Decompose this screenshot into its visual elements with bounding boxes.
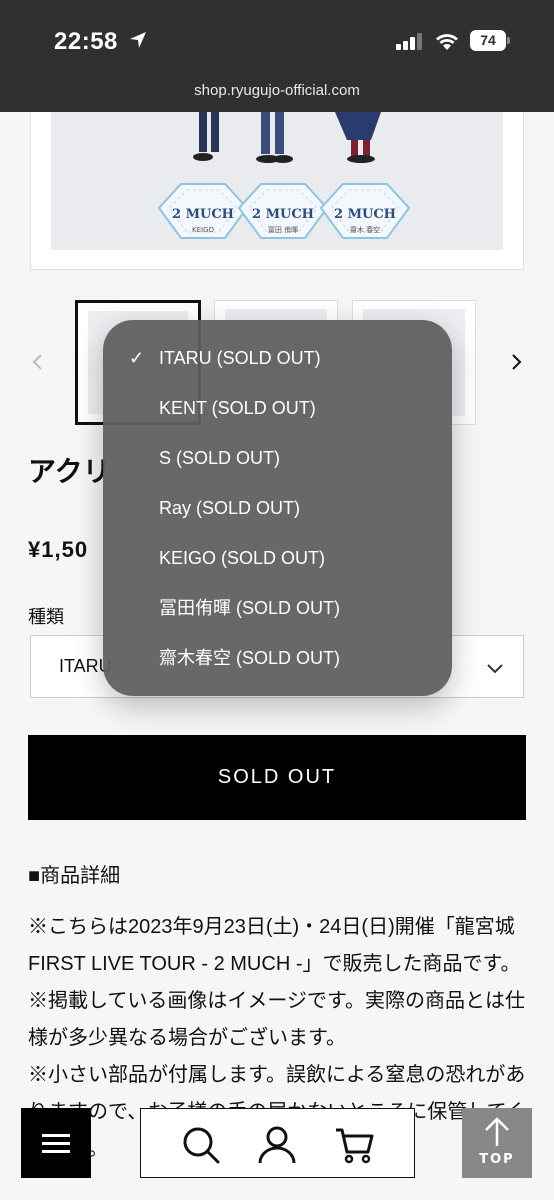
product-photo: 2 MUCH 2 MUCH 2 MUCH KEIGO 冨田 侑暉 齋木 春空 xyxy=(51,112,503,250)
bottom-nav-bar xyxy=(140,1108,415,1178)
details-paragraph: ※こちらは2023年9月23日(土)・24日(日)開催「龍宮城 FIRST LI… xyxy=(28,916,521,975)
search-icon[interactable] xyxy=(181,1125,221,1165)
account-icon[interactable] xyxy=(257,1125,297,1165)
dropdown-option-ray[interactable]: Ray (SOLD OUT) xyxy=(103,483,452,533)
url-bar[interactable]: shop.ryugujo-official.com xyxy=(0,82,554,99)
battery-indicator: 74 xyxy=(470,30,506,51)
dropdown-option-kent[interactable]: KENT (SOLD OUT) xyxy=(103,383,452,433)
stand-label: 冨田 侑暉 xyxy=(268,225,298,234)
chevron-down-icon xyxy=(487,664,503,674)
arrow-up-icon xyxy=(485,1117,509,1146)
cart-icon[interactable] xyxy=(334,1125,374,1165)
details-heading: ■商品詳細 xyxy=(28,865,121,887)
signal-icon xyxy=(396,33,422,50)
carousel-prev-icon[interactable] xyxy=(26,350,50,374)
wifi-icon xyxy=(436,34,458,50)
details-paragraph: ※掲載している画像はイメージです。実際の商品とは仕様が多少異なる場合がございます… xyxy=(28,990,525,1049)
dropdown-option-label: KENT (SOLD OUT) xyxy=(159,398,316,418)
stand-label: 齋木 春空 xyxy=(350,225,380,234)
product-price: ¥1,50 xyxy=(28,537,89,562)
svg-text:2 MUCH: 2 MUCH xyxy=(172,207,234,222)
dropdown-option-saiki[interactable]: 齋木春空 (SOLD OUT) xyxy=(103,633,452,683)
variant-dropdown-menu: ✓ ITARU (SOLD OUT) KENT (SOLD OUT) S (SO… xyxy=(103,320,452,696)
dropdown-option-label: 冨田侑暉 (SOLD OUT) xyxy=(159,598,341,618)
dropdown-option-tomita[interactable]: 冨田侑暉 (SOLD OUT) xyxy=(103,583,452,633)
product-title: アクリ xyxy=(28,456,111,487)
sold-out-button[interactable]: SOLD OUT xyxy=(28,735,526,820)
dropdown-option-s[interactable]: S (SOLD OUT) xyxy=(103,433,452,483)
dropdown-option-label: 齋木春空 (SOLD OUT) xyxy=(159,648,341,668)
dropdown-option-label: Ray (SOLD OUT) xyxy=(159,498,301,518)
stand-label: KEIGO xyxy=(192,226,215,234)
dropdown-option-label: ITARU (SOLD OUT) xyxy=(159,348,321,368)
battery-tip xyxy=(507,37,510,44)
hamburger-menu-button[interactable] xyxy=(21,1108,91,1178)
dropdown-option-label: KEIGO (SOLD OUT) xyxy=(159,548,326,568)
menu-icon xyxy=(42,1134,70,1137)
acrylic-stands-illustration: 2 MUCH 2 MUCH 2 MUCH KEIGO 冨田 侑暉 齋木 春空 xyxy=(157,112,411,239)
back-to-top-label: TOP xyxy=(479,1152,515,1167)
dropdown-option-keigo[interactable]: KEIGO (SOLD OUT) xyxy=(103,533,452,583)
status-bar: 22:58 74 shop.ryugujo-official.com xyxy=(0,0,554,112)
location-arrow-icon xyxy=(130,32,146,48)
product-main-image[interactable]: 2 MUCH 2 MUCH 2 MUCH KEIGO 冨田 侑暉 齋木 春空 xyxy=(30,112,524,270)
carousel-next-icon[interactable] xyxy=(504,350,528,374)
dropdown-option-itaru[interactable]: ✓ ITARU (SOLD OUT) xyxy=(103,333,452,383)
dropdown-option-label: S (SOLD OUT) xyxy=(159,448,281,468)
back-to-top-button[interactable]: TOP xyxy=(462,1108,532,1178)
checkmark-icon: ✓ xyxy=(129,348,145,368)
svg-text:2 MUCH: 2 MUCH xyxy=(252,207,314,222)
menu-icon xyxy=(42,1142,70,1145)
variant-label: 種類 xyxy=(28,607,64,627)
status-time: 22:58 xyxy=(54,28,118,55)
menu-icon xyxy=(42,1150,70,1153)
svg-text:2 MUCH: 2 MUCH xyxy=(334,207,396,222)
